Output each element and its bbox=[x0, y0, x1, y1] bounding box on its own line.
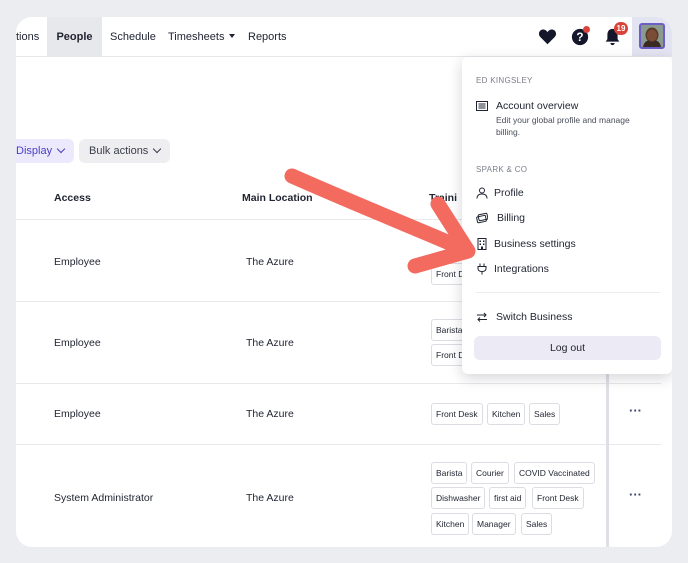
heart-icon[interactable] bbox=[538, 28, 557, 45]
column-header-main-location[interactable]: Main Location bbox=[242, 192, 313, 204]
avatar-button[interactable] bbox=[632, 17, 672, 56]
plug-icon bbox=[477, 263, 487, 275]
tag: Barista bbox=[431, 462, 468, 484]
avatar-photo-icon bbox=[641, 25, 663, 47]
table-row-access: Employee bbox=[54, 256, 101, 268]
nav-item-reports[interactable]: Reports bbox=[248, 17, 287, 56]
row-divider bbox=[16, 444, 661, 445]
money-icon bbox=[476, 212, 488, 224]
tag: Dishwasher bbox=[431, 487, 486, 509]
top-navigation: tions People Schedule Timesheets Reports… bbox=[16, 17, 672, 57]
chevron-down-icon bbox=[56, 144, 66, 154]
user-icon bbox=[476, 187, 488, 199]
tag: first aid bbox=[489, 487, 527, 509]
menu-divider bbox=[476, 292, 660, 293]
row-divider bbox=[16, 383, 661, 384]
caret-down-icon bbox=[229, 34, 236, 39]
nav-item-people[interactable]: People bbox=[47, 17, 102, 56]
tag: Kitchen bbox=[487, 403, 526, 425]
list-icon bbox=[476, 101, 488, 111]
swap-arrows-icon bbox=[477, 312, 487, 322]
table-row-access: System Administrator bbox=[54, 492, 154, 504]
nav-item-operations[interactable]: tions bbox=[16, 17, 39, 56]
svg-text:?: ? bbox=[576, 31, 583, 44]
help-dot bbox=[583, 26, 590, 33]
menu-section-business: SPARK & CO bbox=[476, 165, 528, 174]
notification-badge: 19 bbox=[614, 22, 628, 35]
avatar bbox=[639, 23, 665, 49]
bulk-actions-button[interactable]: Bulk actions bbox=[79, 139, 171, 163]
tag: Sales bbox=[529, 403, 561, 425]
app-window: tions People Schedule Timesheets Reports… bbox=[16, 17, 672, 547]
column-header-training[interactable]: Traini bbox=[429, 192, 457, 204]
row-more-button[interactable]: ··· bbox=[629, 403, 642, 418]
tag: Manager bbox=[472, 513, 516, 535]
account-overview-description: Edit your global profile and manage bill… bbox=[496, 115, 630, 137]
tag: Kitchen bbox=[431, 513, 470, 535]
nav-item-timesheets[interactable]: Timesheets bbox=[168, 17, 236, 56]
table-row-location: The Azure bbox=[246, 408, 294, 420]
table-row-location: The Azure bbox=[246, 256, 294, 268]
row-more-button[interactable]: ··· bbox=[629, 487, 642, 502]
chevron-down-icon bbox=[153, 144, 162, 154]
column-header-access[interactable]: Access bbox=[54, 192, 91, 204]
tag: COVID Vaccinated bbox=[514, 462, 595, 484]
account-dropdown-menu: ED KINGSLEY Account overview Edit your g… bbox=[462, 57, 672, 374]
table-row-location: The Azure bbox=[246, 337, 294, 349]
logout-button[interactable]: Log out bbox=[474, 336, 661, 360]
table-row-location: The Azure bbox=[246, 492, 294, 504]
table-row-access: Employee bbox=[54, 337, 101, 349]
tag: Front Desk bbox=[431, 403, 483, 425]
menu-section-user: ED KINGSLEY bbox=[476, 76, 533, 85]
tag: Sales bbox=[521, 513, 553, 535]
display-button[interactable]: Display bbox=[16, 139, 75, 163]
tag: Front Desk bbox=[532, 487, 584, 509]
building-icon bbox=[477, 238, 487, 250]
tag: Courier bbox=[471, 462, 509, 484]
table-row-access: Employee bbox=[54, 408, 101, 420]
nav-item-schedule[interactable]: Schedule bbox=[110, 17, 156, 56]
